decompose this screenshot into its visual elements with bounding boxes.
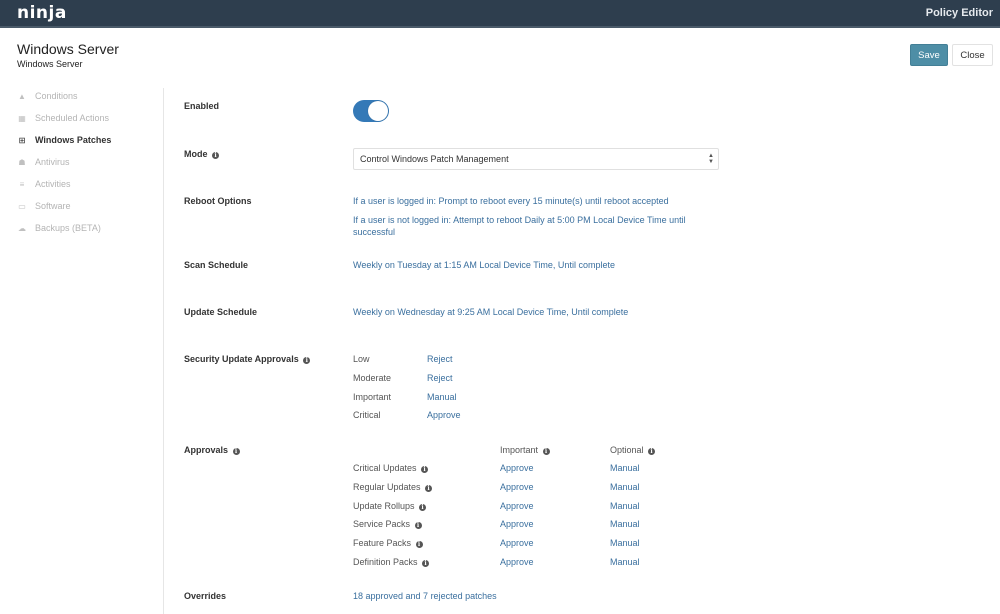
scan-schedule-link[interactable]: Weekly on Tuesday at 1:15 AM Local Devic… [353, 260, 615, 270]
save-button[interactable]: Save [910, 44, 948, 66]
severity-important: Important [353, 392, 392, 402]
sidebar-item-conditions[interactable]: ▲ Conditions [17, 88, 78, 104]
scan-schedule-label: Scan Schedule [184, 260, 249, 270]
security-approvals-label: Security Update Approvals i [184, 354, 311, 364]
top-bar: ninja Policy Editor [0, 0, 1000, 28]
app-title: Policy Editor [925, 7, 993, 19]
row-name-text: Update Rollups [353, 501, 415, 511]
reboot-not-logged-in-link-cont[interactable]: successful [353, 227, 395, 237]
mode-select[interactable]: Control Windows Patch Management ▲ ▼ [353, 148, 719, 170]
sidebar-item-scheduled-actions[interactable]: ▦ Scheduled Actions [17, 110, 109, 126]
approval-row-name: Definition Packs i [353, 557, 430, 567]
severity-critical: Critical [353, 410, 381, 420]
severity-critical-action[interactable]: Approve [427, 410, 461, 420]
sidebar-item-label: Backups (BETA) [35, 223, 101, 233]
list-icon: ≡ [19, 179, 25, 189]
page-subtitle: Windows Server [17, 59, 83, 69]
security-approvals-label-text: Security Update Approvals [184, 354, 299, 364]
overrides-label: Overrides [184, 591, 227, 601]
info-icon[interactable]: i [425, 485, 433, 492]
approval-important-link[interactable]: Approve [500, 519, 534, 529]
approval-important-link[interactable]: Approve [500, 463, 534, 473]
approval-optional-link[interactable]: Manual [610, 538, 640, 548]
info-icon[interactable]: i [212, 152, 220, 159]
row-name-text: Service Packs [353, 519, 411, 529]
enabled-label: Enabled [184, 101, 220, 111]
info-icon[interactable]: i [415, 541, 423, 548]
severity-moderate: Moderate [353, 373, 392, 383]
mode-label: Mode i [184, 149, 220, 159]
reboot-logged-in-link[interactable]: If a user is logged in: Prompt to reboot… [353, 196, 669, 206]
close-button[interactable]: Close [952, 44, 993, 66]
overrides-link[interactable]: 18 approved and 7 rejected patches [353, 591, 497, 601]
sidebar-divider [163, 88, 164, 614]
sidebar-item-label: Activities [35, 179, 71, 189]
info-icon[interactable]: i [542, 448, 550, 455]
approval-important-link[interactable]: Approve [500, 557, 534, 567]
approval-row-name: Critical Updates i [353, 463, 429, 473]
info-icon[interactable]: i [422, 560, 430, 567]
sidebar-item-activities[interactable]: ≡ Activities [17, 176, 71, 192]
approval-optional-link[interactable]: Manual [610, 501, 640, 511]
approval-row-name: Regular Updates i [353, 482, 433, 492]
sidebar-item-label: Scheduled Actions [35, 113, 110, 123]
reboot-options-label: Reboot Options [184, 196, 252, 206]
info-icon[interactable]: i [303, 357, 311, 364]
approvals-col-important: Important i [500, 445, 550, 455]
col-important-text: Important [500, 445, 539, 455]
approval-important-link[interactable]: Approve [500, 482, 534, 492]
info-icon[interactable]: i [414, 522, 422, 529]
approval-important-link[interactable]: Approve [500, 501, 534, 511]
info-icon[interactable]: i [419, 504, 427, 511]
row-name-text: Critical Updates [353, 463, 417, 473]
update-schedule-link[interactable]: Weekly on Wednesday at 9:25 AM Local Dev… [353, 307, 628, 317]
sidebar-item-backups[interactable]: ☁ Backups (BETA) [17, 220, 101, 236]
severity-moderate-action[interactable]: Reject [427, 373, 453, 383]
mode-select-value: Control Windows Patch Management [360, 154, 509, 164]
sidebar-item-windows-patches[interactable]: ⊞ Windows Patches [17, 132, 112, 148]
reboot-not-logged-in-link[interactable]: If a user is not logged in: Attempt to r… [353, 215, 686, 225]
approvals-label: Approvals i [184, 445, 240, 455]
select-arrows-icon: ▲ ▼ [708, 153, 714, 165]
shield-icon: ☗ [18, 157, 26, 167]
severity-low: Low [353, 354, 370, 364]
approval-optional-link[interactable]: Manual [610, 557, 640, 567]
severity-important-action[interactable]: Manual [427, 392, 457, 402]
sidebar-item-label: Windows Patches [35, 135, 112, 145]
row-name-text: Feature Packs [353, 538, 412, 548]
mode-label-text: Mode [184, 149, 208, 159]
approval-row-name: Feature Packs i [353, 538, 423, 548]
sidebar-item-software[interactable]: ▭ Software [17, 198, 71, 214]
approval-optional-link[interactable]: Manual [610, 519, 640, 529]
approval-optional-link[interactable]: Manual [610, 463, 640, 473]
approval-row-name: Service Packs i [353, 519, 422, 529]
cloud-icon: ☁ [18, 223, 26, 233]
window-icon: ▭ [18, 201, 26, 211]
approval-optional-link[interactable]: Manual [610, 482, 640, 492]
warning-icon: ▲ [18, 91, 26, 101]
info-icon[interactable]: i [421, 466, 429, 473]
page-title: Windows Server [17, 41, 119, 57]
row-name-text: Definition Packs [353, 557, 418, 567]
severity-low-action[interactable]: Reject [427, 354, 453, 364]
windows-icon: ⊞ [18, 135, 26, 145]
approval-row-name: Update Rollups i [353, 501, 427, 511]
update-schedule-label: Update Schedule [184, 307, 258, 317]
toggle-knob [368, 101, 388, 121]
sidebar-item-antivirus[interactable]: ☗ Antivirus [17, 154, 70, 170]
approval-important-link[interactable]: Approve [500, 538, 534, 548]
col-optional-text: Optional [610, 445, 644, 455]
ninja-logo[interactable]: ninja [17, 3, 67, 23]
info-icon[interactable]: i [232, 448, 240, 455]
sidebar-item-label: Conditions [35, 91, 78, 101]
approvals-label-text: Approvals [184, 445, 229, 455]
row-name-text: Regular Updates [353, 482, 421, 492]
approvals-col-optional: Optional i [610, 445, 656, 455]
calendar-icon: ▦ [18, 113, 26, 123]
info-icon[interactable]: i [648, 448, 656, 455]
sidebar-item-label: Antivirus [35, 157, 70, 167]
enabled-toggle[interactable] [353, 100, 389, 122]
sidebar-item-label: Software [35, 201, 71, 211]
